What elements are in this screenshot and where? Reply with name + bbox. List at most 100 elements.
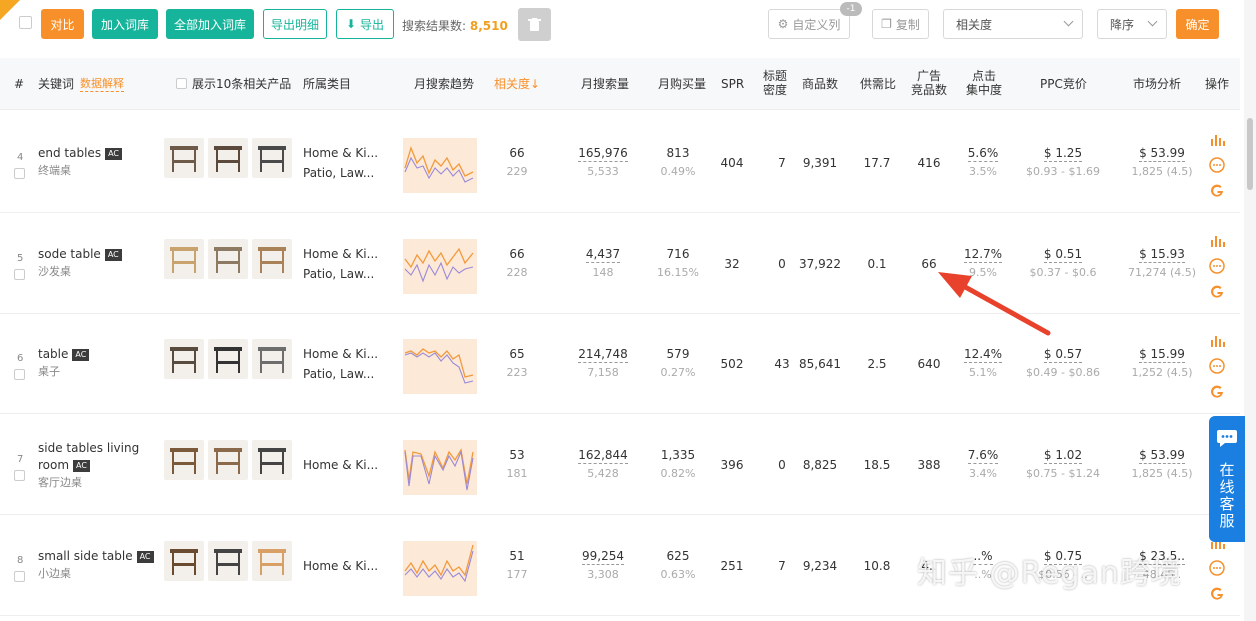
- ppc-bid[interactable]: $ 0.57 $0.49 - $0.86: [1015, 347, 1111, 379]
- scrollbar-track[interactable]: [1244, 0, 1256, 621]
- ppc-bid-text[interactable]: $ 1.25: [1043, 146, 1083, 162]
- market-analysis-value[interactable]: $ 53.99: [1120, 448, 1204, 464]
- sort-field-select[interactable]: 相关度: [943, 9, 1083, 39]
- keyword-text[interactable]: table: [38, 347, 68, 361]
- scrollbar-thumb[interactable]: [1247, 118, 1253, 190]
- select-all-checkbox[interactable]: [19, 16, 32, 29]
- more-options-icon[interactable]: [1209, 157, 1225, 173]
- product-thumbnail[interactable]: [252, 339, 292, 379]
- trend-sparkline[interactable]: [403, 239, 477, 294]
- data-explain-link[interactable]: 数据解释: [80, 77, 124, 92]
- monthly-search-text[interactable]: 99,254: [582, 549, 624, 565]
- market-analysis-text[interactable]: $ 15.99: [1139, 347, 1185, 363]
- monthly-search-value[interactable]: 99,254: [568, 549, 638, 565]
- market-analysis-text[interactable]: $ 15.93: [1139, 247, 1185, 263]
- google-search-icon[interactable]: [1209, 384, 1225, 400]
- more-options-icon[interactable]: [1209, 258, 1225, 274]
- click-concentration-value[interactable]: 12.7%: [958, 247, 1008, 263]
- market-analysis-value[interactable]: $ 15.99: [1120, 347, 1204, 363]
- delete-button[interactable]: [518, 8, 551, 41]
- sort-order-select[interactable]: 降序: [1097, 9, 1167, 39]
- click-concentration-text[interactable]: 12.7%: [963, 247, 1003, 263]
- product-thumbnail[interactable]: [208, 339, 248, 379]
- col-products[interactable]: 商品数: [802, 77, 838, 91]
- export-button[interactable]: ⬇ 导出: [336, 9, 394, 39]
- product-thumbnail[interactable]: [208, 138, 248, 178]
- export-detail-button[interactable]: 导出明细: [263, 9, 327, 39]
- click-concentration-value[interactable]: 5.6%: [958, 146, 1008, 162]
- col-title-density[interactable]: 标题 密度: [763, 69, 787, 97]
- product-thumbnail[interactable]: [208, 541, 248, 581]
- click-concentration-text[interactable]: 5.6%: [967, 146, 999, 162]
- monthly-search[interactable]: 99,254 3,308: [568, 549, 638, 581]
- bar-chart-icon[interactable]: [1209, 333, 1225, 349]
- market-analysis-text[interactable]: $ 53.99: [1139, 448, 1185, 464]
- product-thumbnail[interactable]: [252, 541, 292, 581]
- monthly-search[interactable]: 165,976 5,533: [568, 146, 638, 178]
- more-options-icon[interactable]: [1209, 358, 1225, 374]
- row-checkbox[interactable]: [14, 269, 25, 280]
- google-search-icon[interactable]: [1209, 284, 1225, 300]
- compare-button[interactable]: 对比: [41, 9, 84, 39]
- col-monthly-buy[interactable]: 月购买量: [658, 77, 706, 91]
- row-checkbox[interactable]: [14, 168, 25, 179]
- market-analysis[interactable]: $ 53.99 1,825 (4.5): [1120, 448, 1204, 480]
- col-keyword[interactable]: 关键词: [38, 77, 74, 91]
- col-ppc[interactable]: PPC竞价: [1040, 77, 1087, 91]
- market-analysis-value[interactable]: $ 15.93: [1120, 247, 1204, 263]
- click-concentration-text[interactable]: 7.6%: [967, 448, 999, 464]
- monthly-search-text[interactable]: 162,844: [578, 448, 628, 464]
- trend-sparkline[interactable]: [403, 541, 477, 596]
- keyword-text[interactable]: sode table: [38, 247, 101, 261]
- keyword[interactable]: table AC 桌子: [38, 346, 90, 380]
- product-thumbnail[interactable]: [164, 239, 204, 279]
- click-concentration-value[interactable]: 7.6%: [958, 448, 1008, 464]
- ppc-bid-text[interactable]: $ 1.02: [1043, 448, 1083, 464]
- keyword[interactable]: small side table AC 小边桌: [38, 548, 154, 582]
- keyword-text[interactable]: small side table: [38, 549, 133, 563]
- copy-button[interactable]: ❐ 复制: [872, 9, 929, 39]
- market-analysis[interactable]: $ 15.93 71,274 (4.5): [1120, 247, 1204, 279]
- monthly-search-text[interactable]: 165,976: [578, 146, 628, 162]
- product-thumbnail[interactable]: [208, 239, 248, 279]
- monthly-search-value[interactable]: 4,437: [568, 247, 638, 263]
- ppc-bid-value[interactable]: $ 0.57: [1015, 347, 1111, 363]
- monthly-search-text[interactable]: 4,437: [585, 247, 621, 263]
- col-monthly-search[interactable]: 月搜索量: [581, 77, 629, 91]
- keyword-text[interactable]: end tables: [38, 146, 101, 160]
- keyword[interactable]: sode table AC 沙发桌: [38, 246, 122, 280]
- keyword[interactable]: side tables living room AC 客厅边桌: [38, 440, 139, 491]
- more-options-icon[interactable]: [1209, 560, 1225, 576]
- market-analysis[interactable]: $ 53.99 1,825 (4.5): [1120, 146, 1204, 178]
- monthly-search-text[interactable]: 214,748: [578, 347, 628, 363]
- ppc-bid-value[interactable]: $ 1.02: [1015, 448, 1111, 464]
- market-analysis-value[interactable]: $ 53.99: [1120, 146, 1204, 162]
- market-analysis[interactable]: $ 15.99 1,252 (4.5): [1120, 347, 1204, 379]
- col-spr[interactable]: SPR: [721, 77, 744, 91]
- google-search-icon[interactable]: [1209, 586, 1225, 602]
- product-thumbnail[interactable]: [164, 339, 204, 379]
- click-concentration[interactable]: 12.4% 5.1%: [958, 347, 1008, 379]
- bar-chart-icon[interactable]: [1209, 132, 1225, 148]
- ppc-bid-value[interactable]: $ 0.51: [1015, 247, 1111, 263]
- trend-sparkline[interactable]: [403, 339, 477, 394]
- ppc-bid-text[interactable]: $ 0.57: [1043, 347, 1083, 363]
- keyword-text[interactable]: side tables living: [38, 441, 139, 455]
- confirm-button[interactable]: 确定: [1176, 9, 1219, 39]
- click-concentration-value[interactable]: 12.4%: [958, 347, 1008, 363]
- ppc-bid[interactable]: $ 1.25 $0.93 - $1.69: [1015, 146, 1111, 178]
- col-click-concentration[interactable]: 点击 集中度: [966, 69, 1002, 97]
- click-concentration[interactable]: 12.7% 9.5%: [958, 247, 1008, 279]
- add-all-library-button[interactable]: 全部加入词库: [166, 9, 254, 39]
- trend-sparkline[interactable]: [403, 440, 477, 495]
- monthly-search-value[interactable]: 214,748: [568, 347, 638, 363]
- monthly-search-value[interactable]: 165,976: [568, 146, 638, 162]
- col-relevance[interactable]: 相关度↓: [494, 77, 540, 91]
- ppc-bid-value[interactable]: $ 1.25: [1015, 146, 1111, 162]
- bar-chart-icon[interactable]: [1209, 233, 1225, 249]
- col-supply-ratio[interactable]: 供需比: [860, 77, 896, 91]
- add-library-button[interactable]: 加入词库: [92, 9, 158, 39]
- col-ad-products[interactable]: 广告 竞品数: [911, 69, 947, 97]
- market-analysis-text[interactable]: $ 53.99: [1139, 146, 1185, 162]
- row-checkbox[interactable]: [14, 470, 25, 481]
